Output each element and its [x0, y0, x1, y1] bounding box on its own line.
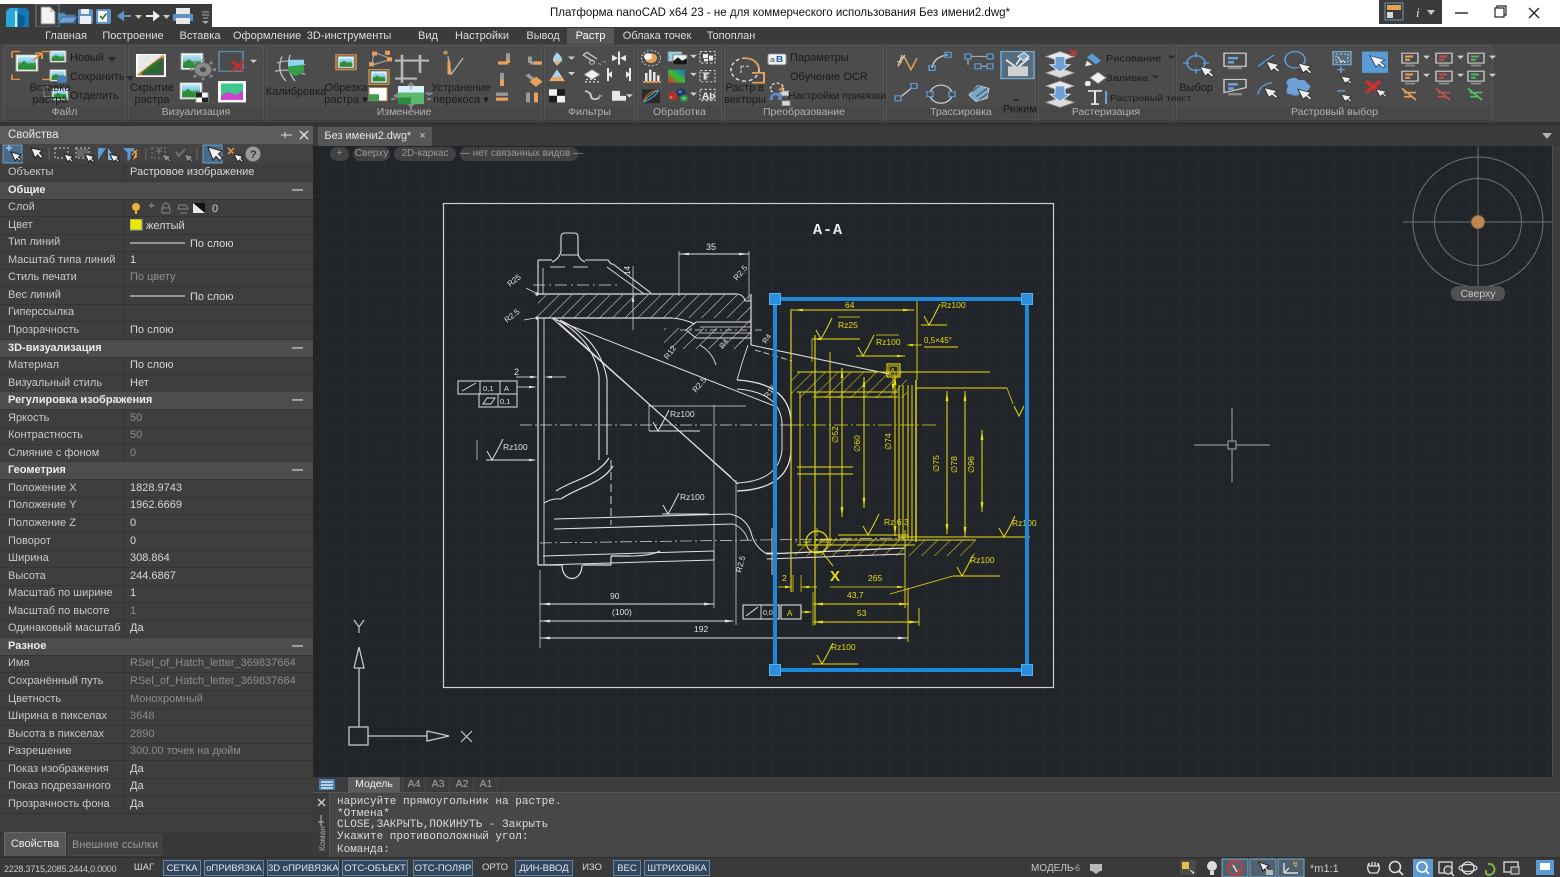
svg-text:*m1:1: *m1:1	[1310, 863, 1339, 875]
svg-text:Rz100: Rz100	[876, 337, 901, 347]
svg-text:B: B	[776, 55, 784, 64]
svg-text:(100): (100)	[612, 607, 632, 617]
svg-text:Растровый текст: Растровый текст	[1110, 94, 1192, 104]
svg-text:Rz100: Rz100	[670, 409, 695, 419]
svg-text:Rz100: Rz100	[941, 300, 966, 310]
svg-text:265: 265	[868, 573, 882, 583]
svg-text:2: 2	[782, 573, 787, 583]
svg-text:Рисование: Рисование	[1106, 54, 1162, 64]
svg-text:∅60: ∅60	[852, 435, 862, 452]
svg-text:∅75: ∅75	[931, 455, 941, 472]
svg-text:A: A	[787, 609, 793, 618]
svg-text:0: 0	[212, 203, 218, 215]
svg-text:*: *	[443, 48, 448, 61]
svg-text:a: a	[770, 56, 775, 64]
svg-text:A: A	[504, 384, 509, 393]
svg-text:2: 2	[514, 367, 519, 377]
svg-text:Rz100: Rz100	[831, 642, 856, 652]
svg-text:0,1: 0,1	[483, 384, 493, 393]
svg-text:64: 64	[845, 300, 855, 310]
svg-text:i: i	[1416, 5, 1420, 20]
svg-text:A: A	[890, 367, 896, 376]
svg-text:По слою: По слою	[190, 238, 234, 250]
svg-text:Сверху: Сверху	[1460, 288, 1496, 300]
svg-text:43,7: 43,7	[847, 590, 864, 600]
svg-text:R2.5: R2.5	[691, 375, 709, 394]
svg-text:Rz100: Rz100	[970, 555, 995, 565]
svg-text:R25: R25	[506, 272, 524, 288]
svg-text:-6: -6	[1072, 863, 1080, 873]
svg-text:По слою: По слою	[190, 291, 234, 303]
svg-text:53: 53	[857, 608, 867, 618]
svg-text:∅78: ∅78	[949, 456, 959, 473]
svg-text:желтый: желтый	[146, 220, 185, 232]
svg-text:Rz100: Rz100	[503, 442, 528, 452]
svg-text:Rz100: Rz100	[680, 492, 705, 502]
svg-text:Rz100: Rz100	[1012, 518, 1037, 528]
svg-text:35: 35	[706, 242, 716, 252]
svg-text:90: 90	[610, 591, 620, 601]
svg-text:192: 192	[694, 624, 708, 634]
svg-text:A-A: A-A	[813, 222, 843, 239]
svg-text:∅96: ∅96	[966, 456, 976, 473]
svg-text:R4: R4	[760, 332, 773, 345]
svg-text:↯: ↯	[1292, 860, 1299, 869]
svg-text:14: 14	[623, 266, 632, 275]
svg-text:0,1: 0,1	[500, 397, 510, 406]
svg-text:∅52: ∅52	[830, 426, 840, 443]
svg-text:Режим: Режим	[1003, 104, 1037, 116]
svg-text:Коман: Коман	[317, 826, 327, 851]
svg-text:Заливка: Заливка	[1106, 74, 1149, 84]
svg-text:0,5×45°: 0,5×45°	[924, 336, 952, 345]
svg-text:Rz25: Rz25	[838, 320, 858, 330]
svg-text:∅74: ∅74	[883, 433, 893, 450]
svg-text:?: ?	[250, 149, 257, 161]
svg-text:X: X	[830, 568, 840, 585]
svg-text:R2.5: R2.5	[503, 307, 522, 325]
svg-text:Rz 6.3: Rz 6.3	[884, 517, 909, 527]
